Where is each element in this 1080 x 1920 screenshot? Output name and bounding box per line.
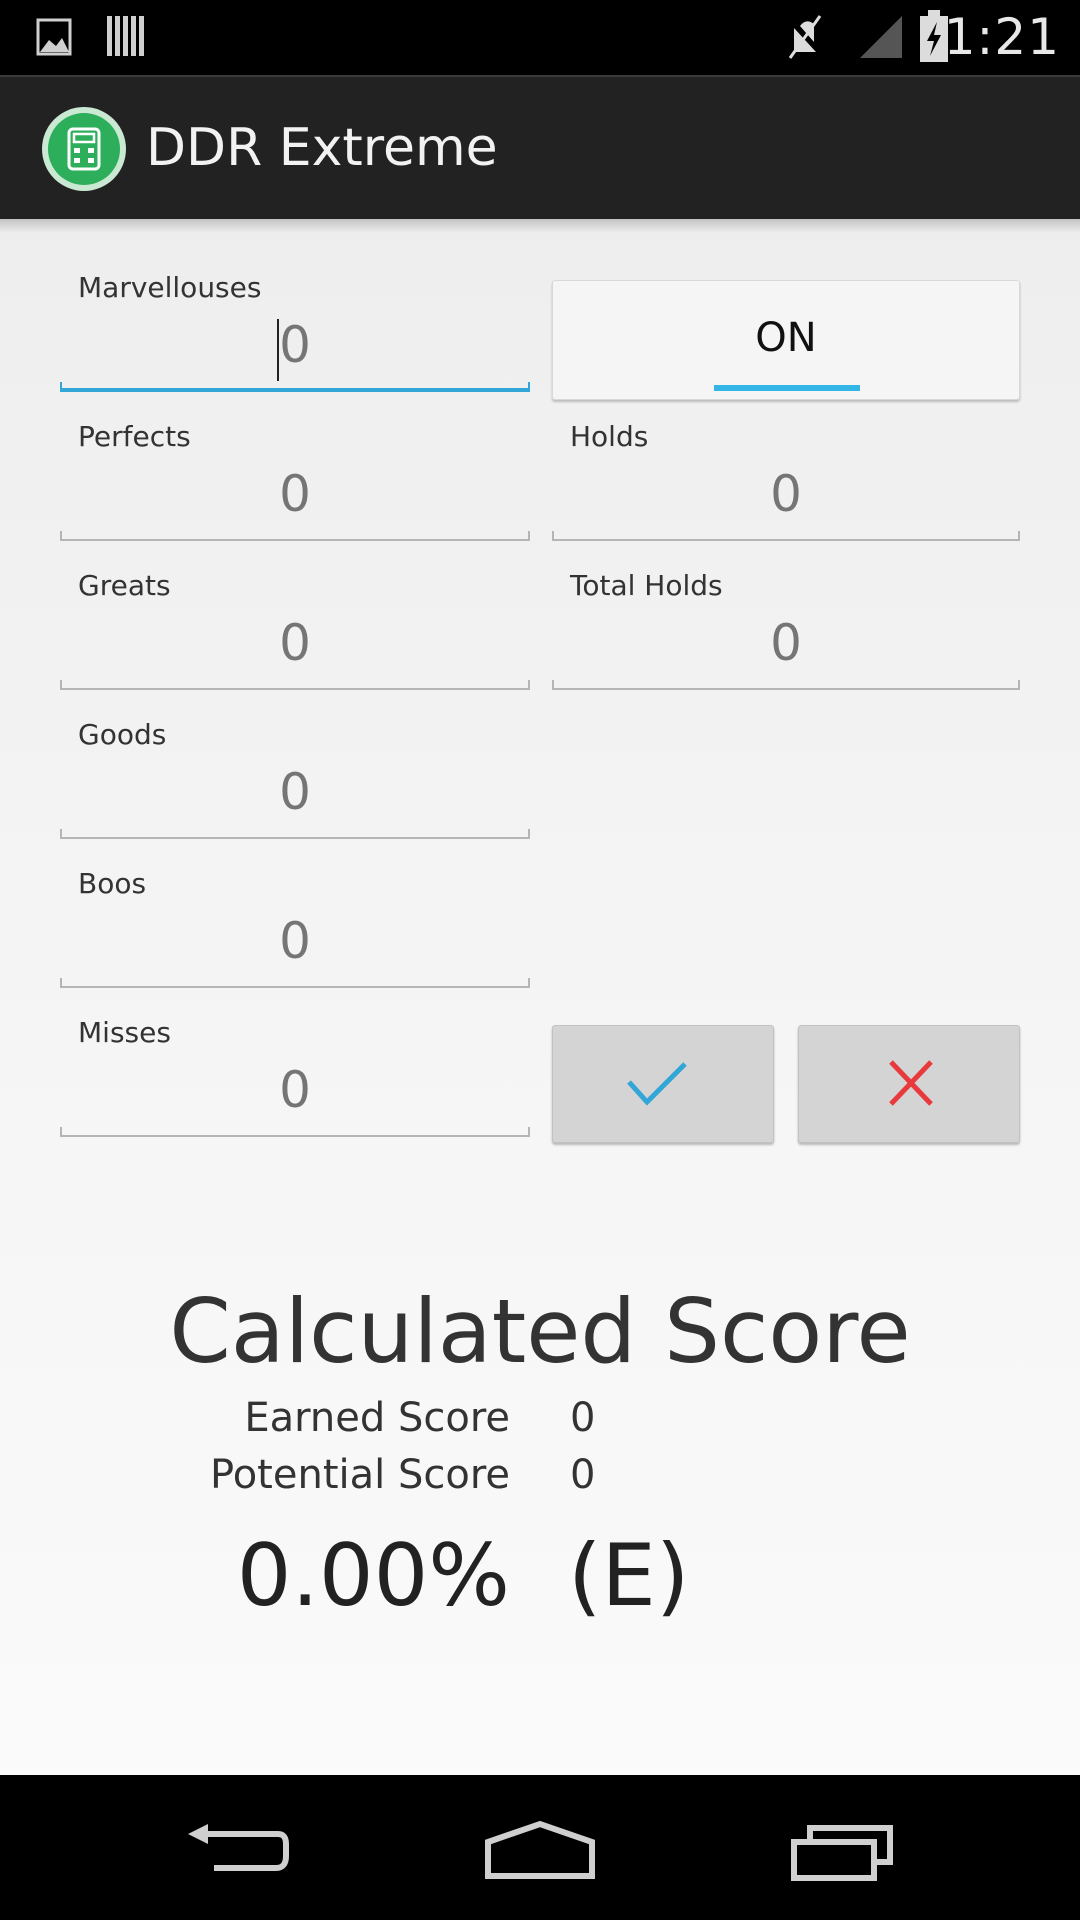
- main-content: Marvellouses Perfects Greats Goods Boos …: [0, 219, 1080, 1775]
- boos-underline: [60, 978, 530, 988]
- perfects-field: Perfects: [60, 417, 530, 541]
- clock: 1:21: [943, 8, 1060, 66]
- confirm-button[interactable]: [552, 1025, 774, 1143]
- text-cursor: [277, 319, 279, 381]
- action-bar: DDR Extreme: [0, 75, 1080, 219]
- clear-button[interactable]: [798, 1025, 1020, 1143]
- perfects-label: Perfects: [78, 420, 191, 453]
- marvellouses-input[interactable]: [60, 314, 530, 376]
- misses-field: Misses: [60, 1013, 530, 1137]
- score-grade: (E): [568, 1526, 690, 1626]
- earned-score-label: Earned Score: [244, 1395, 510, 1441]
- on-off-toggle[interactable]: ON: [552, 280, 1020, 400]
- goods-input[interactable]: [60, 761, 530, 823]
- navigation-bar: [0, 1775, 1080, 1920]
- toggle-label: ON: [755, 315, 817, 361]
- app-title: DDR Extreme: [146, 118, 498, 178]
- barcode-icon: [107, 16, 144, 56]
- total-holds-label: Total Holds: [570, 569, 723, 602]
- potential-score-label: Potential Score: [210, 1452, 510, 1498]
- greats-label: Greats: [78, 569, 171, 602]
- back-icon[interactable]: [186, 1822, 290, 1878]
- recents-icon[interactable]: [790, 1822, 894, 1882]
- check-icon: [627, 1062, 687, 1106]
- goods-field: Goods: [60, 715, 530, 839]
- calculated-score-heading: Calculated Score: [169, 1280, 911, 1383]
- signal-icon: [860, 16, 902, 58]
- image-icon: [36, 18, 72, 56]
- boos-field: Boos: [60, 864, 530, 988]
- goods-label: Goods: [78, 718, 167, 751]
- holds-underline: [552, 531, 1020, 541]
- marvellouses-field: Marvellouses: [60, 268, 530, 392]
- goods-underline: [60, 829, 530, 839]
- total-holds-input[interactable]: [552, 612, 1020, 674]
- perfects-input[interactable]: [60, 463, 530, 525]
- misses-input[interactable]: [60, 1059, 530, 1121]
- holds-field: Holds: [552, 417, 1020, 541]
- app-icon[interactable]: [42, 107, 126, 191]
- earned-score-value: 0: [570, 1395, 596, 1441]
- total-holds-underline: [552, 680, 1020, 690]
- holds-label: Holds: [570, 420, 649, 453]
- perfects-underline: [60, 531, 530, 541]
- close-icon: [889, 1060, 933, 1106]
- toggle-indicator: [714, 385, 860, 391]
- misses-underline: [60, 1127, 530, 1137]
- score-percent: 0.00%: [236, 1526, 510, 1626]
- greats-field: Greats: [60, 566, 530, 690]
- potential-score-value: 0: [570, 1452, 596, 1498]
- home-icon[interactable]: [484, 1820, 596, 1880]
- mute-icon: [788, 15, 822, 59]
- total-holds-field: Total Holds: [552, 566, 1020, 690]
- marvellouses-label: Marvellouses: [78, 271, 262, 304]
- boos-label: Boos: [78, 867, 147, 900]
- boos-input[interactable]: [60, 910, 530, 972]
- holds-input[interactable]: [552, 463, 1020, 525]
- marvellouses-underline: [60, 382, 530, 392]
- greats-underline: [60, 680, 530, 690]
- greats-input[interactable]: [60, 612, 530, 674]
- calculator-icon: [48, 113, 120, 185]
- status-bar: 1:21: [0, 0, 1080, 75]
- misses-label: Misses: [78, 1016, 171, 1049]
